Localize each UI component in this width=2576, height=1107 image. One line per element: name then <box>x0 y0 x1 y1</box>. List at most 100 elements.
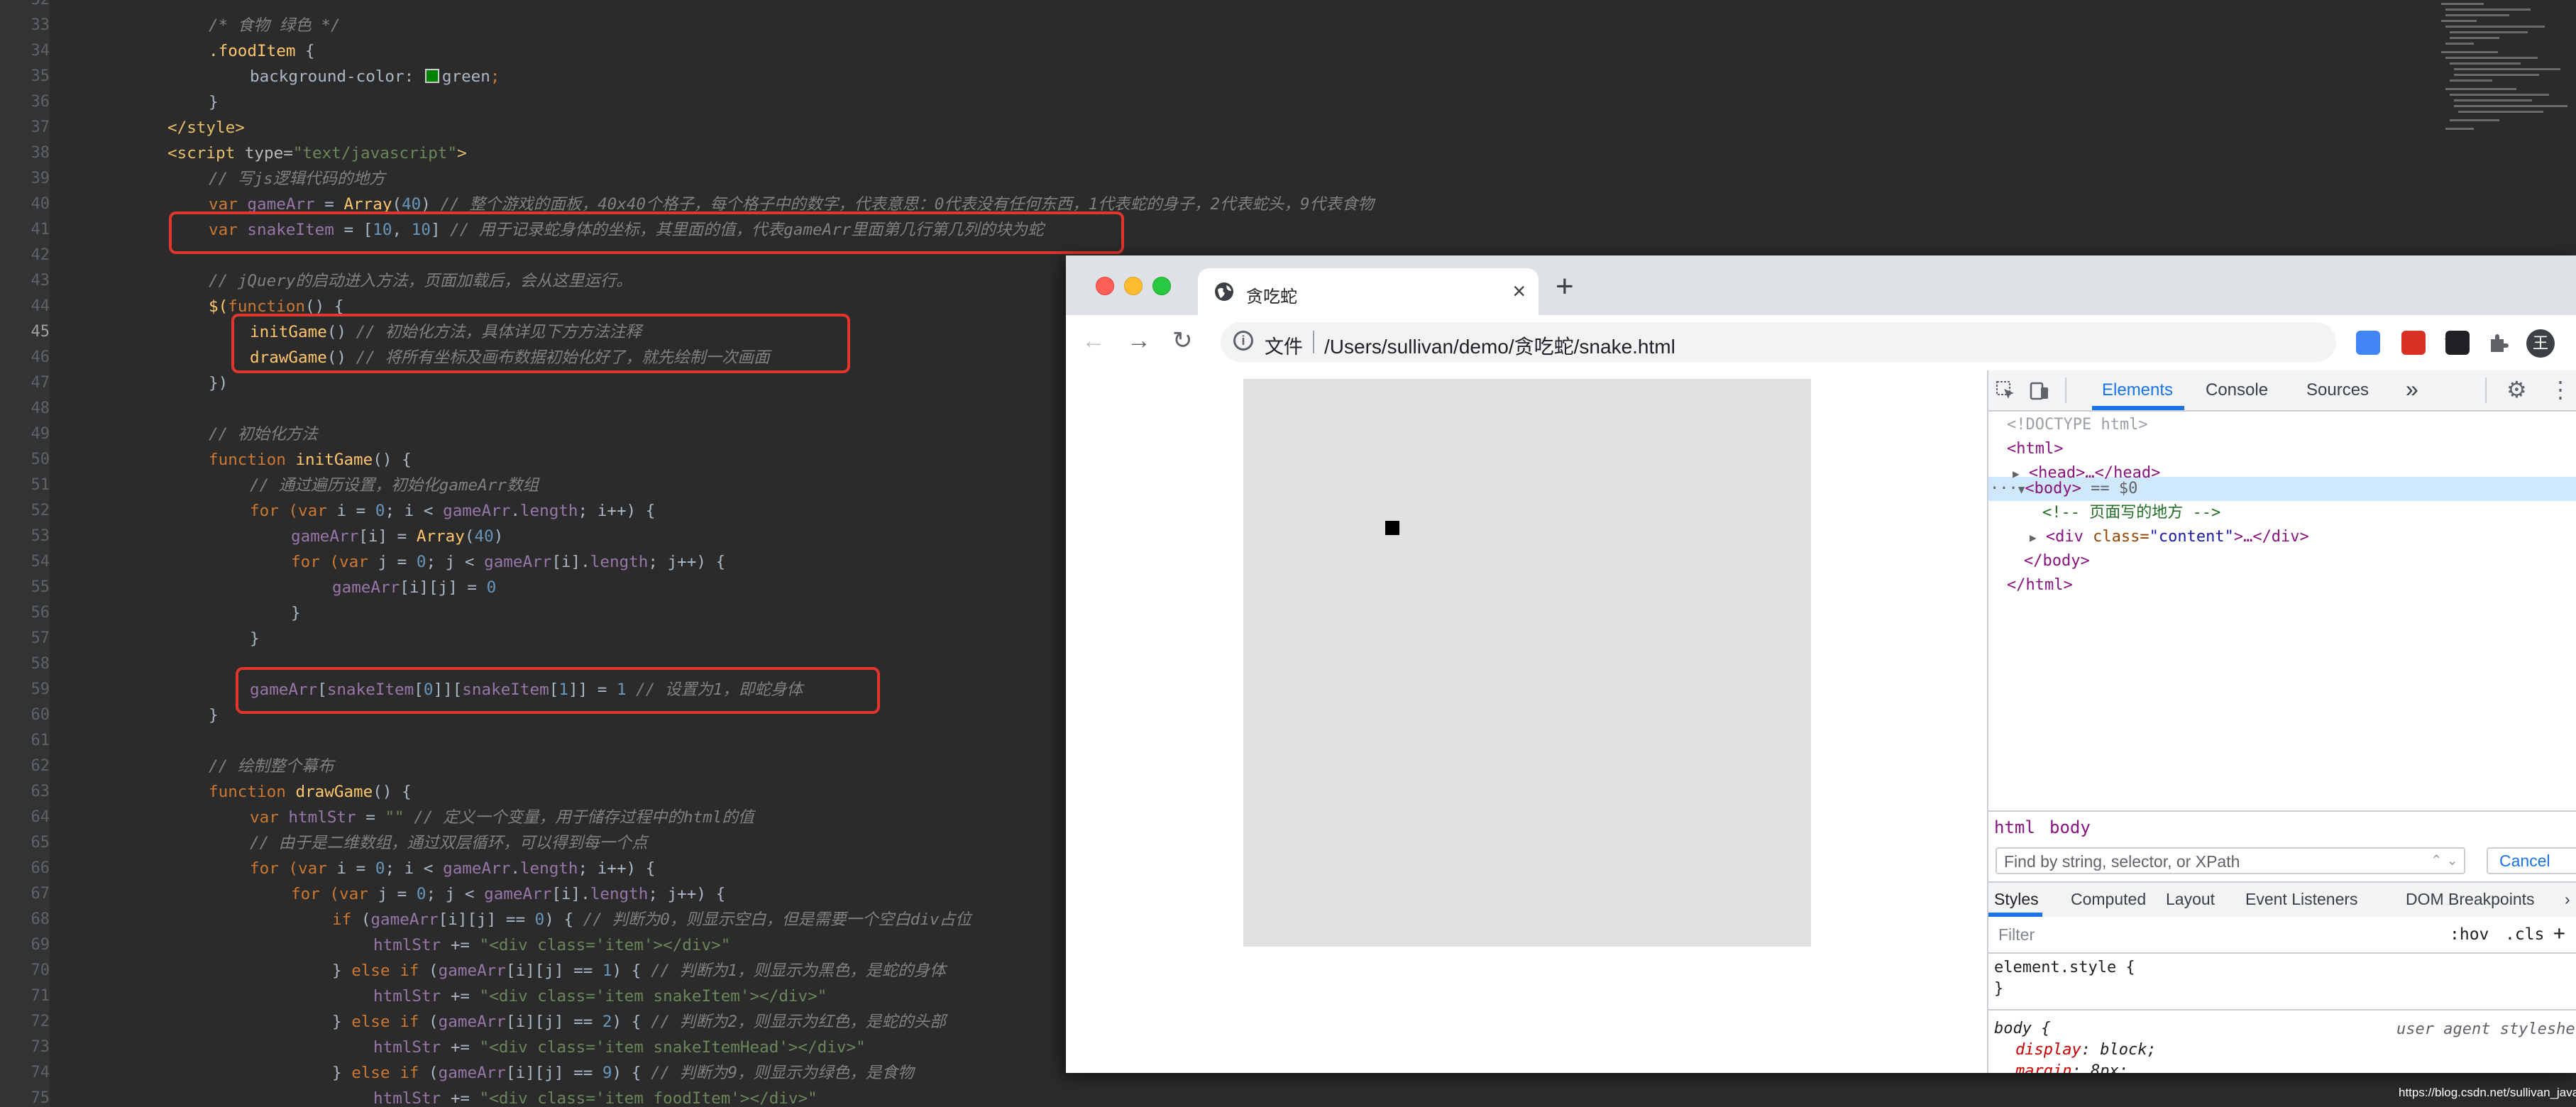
code-line-38[interactable]: <script type="text/javascript"> <box>167 141 467 166</box>
code-line-33[interactable]: /* 食物 绿色 */ <box>209 13 341 38</box>
tab-console[interactable]: Console <box>2206 380 2268 400</box>
url-text[interactable]: /Users/sullivan/demo/贪吃蛇/snake.html <box>1324 331 1675 360</box>
search-nav-arrows-icon[interactable]: ⌃ ⌄ <box>2431 852 2458 869</box>
dom-search-input[interactable]: Find by string, selector, or XPath ⌃ ⌄ <box>1996 847 2465 874</box>
device-toolbar-icon[interactable] <box>2028 379 2051 402</box>
code-line-60[interactable]: } <box>209 703 219 728</box>
maximize-window-button[interactable] <box>1152 277 1171 295</box>
code-line-65[interactable]: // 由于是二维数组，通过双层循环，可以得到每一个点 <box>250 830 647 856</box>
close-window-button[interactable] <box>1096 277 1114 295</box>
code-line-43[interactable]: // jQuery的启动进入方法，页面加载后，会从这里运行。 <box>209 268 632 294</box>
body-rule-selector[interactable]: body { <box>1994 1018 2050 1040</box>
code-line-74[interactable]: } else if (gameArr[i][j] == 9) { // 判断为9… <box>332 1060 914 1086</box>
code-line-55[interactable]: gameArr[i][j] = 0 <box>332 575 496 600</box>
dom-comment[interactable]: <!-- 页面写的地方 --> <box>2042 501 2220 525</box>
breadcrumb-body[interactable]: body <box>2049 817 2091 837</box>
tab-computed[interactable]: Computed <box>2071 890 2146 909</box>
expand-triangle-icon[interactable]: ▶ <box>2030 531 2037 544</box>
code-line-51[interactable]: // 通过遍历设置，初始化gameArr数组 <box>250 473 539 498</box>
new-rule-button[interactable]: + <box>2553 921 2565 944</box>
dom-body-close[interactable]: </body> <box>2024 549 2090 573</box>
styles-filter-input[interactable]: Filter <box>1998 925 2035 944</box>
paren: ) <box>493 527 504 546</box>
tab-elements[interactable]: Elements <box>2102 380 2173 400</box>
page-viewport[interactable] <box>1066 370 1987 1073</box>
code-line-35[interactable]: background-color: green; <box>250 64 500 89</box>
tab-event-listeners[interactable]: Event Listeners <box>2245 890 2358 909</box>
tab-styles[interactable]: Styles <box>1994 890 2039 909</box>
tab-sources[interactable]: Sources <box>2306 380 2369 400</box>
browser-tab-snake[interactable]: 贪吃蛇 × <box>1198 268 1539 315</box>
color-swatch-icon[interactable] <box>424 69 439 83</box>
class-toggle[interactable]: .cls <box>2505 925 2544 944</box>
translate-extension-icon[interactable] <box>2356 331 2380 355</box>
more-subtabs-icon[interactable]: › <box>2565 890 2570 909</box>
minimize-window-button[interactable] <box>1124 277 1143 295</box>
code-line-49[interactable]: // 初始化方法 <box>209 422 318 447</box>
dom-content-div[interactable]: ▶ <div class="content">…</div> <box>2030 525 2309 550</box>
code-line-39[interactable]: // 写js逻辑代码的地方 <box>209 166 385 192</box>
code-line-54[interactable]: for (var j = 0; j < gameArr[i].length; j… <box>291 549 725 575</box>
row-actions-icon[interactable]: ··· <box>1990 480 2018 497</box>
line-number: 65 <box>31 834 50 852</box>
code-line-34[interactable]: .foodItem { <box>209 38 315 64</box>
kebab-menu-icon[interactable]: ⋮ <box>2549 376 2572 403</box>
devtools-panel[interactable]: Elements Console Sources » ⚙ ⋮ <!DOCTYPE… <box>1987 370 2576 1073</box>
code-line-56[interactable]: } <box>291 600 301 626</box>
tab-dom-breakpoints[interactable]: DOM Breakpoints <box>2406 890 2535 909</box>
forward-arrow-icon[interactable]: → <box>1127 326 1151 355</box>
profile-avatar[interactable]: 王 <box>2526 329 2555 358</box>
code-line-57[interactable]: } <box>250 626 260 651</box>
code-line-53[interactable]: gameArr[i] = Array(40) <box>291 524 503 549</box>
line-number: 49 <box>31 425 50 443</box>
code-line-52[interactable]: for (var i = 0; i < gameArr.length; i++)… <box>250 498 655 524</box>
code-line-66[interactable]: for (var i = 0; i < gameArr.length; i++)… <box>250 856 655 881</box>
script-open-tag: <script <box>167 144 245 163</box>
devtools-tab-bar: Elements Console Sources » ⚙ ⋮ <box>1988 370 2576 412</box>
code-line-36[interactable]: } <box>209 89 219 115</box>
settings-gear-icon[interactable]: ⚙ <box>2506 376 2527 403</box>
back-arrow-icon[interactable]: ← <box>1081 326 1106 355</box>
property-name: length <box>590 553 649 571</box>
breadcrumb-html[interactable]: html <box>1994 817 2035 837</box>
code-line-62[interactable]: // 绘制整个幕布 <box>209 754 334 779</box>
dom-html-close[interactable]: </html> <box>2007 573 2073 597</box>
code-line-68[interactable]: if (gameArr[i][j] == 0) { // 判断为0，则显示空白，… <box>332 907 971 932</box>
new-tab-button[interactable]: + <box>1556 271 1574 302</box>
hover-state-toggle[interactable]: :hov <box>2450 925 2489 944</box>
reload-icon[interactable]: ↻ <box>1172 326 1193 355</box>
tab-layout[interactable]: Layout <box>2166 890 2215 909</box>
collapse-triangle-icon[interactable]: ▼ <box>2018 483 2025 496</box>
code-line-47[interactable]: }) <box>209 370 228 396</box>
paren: ( <box>464 527 475 546</box>
more-tabs-icon[interactable]: » <box>2406 376 2418 402</box>
dom-doctype[interactable]: <!DOCTYPE html> <box>2007 413 2148 437</box>
browser-window[interactable]: 贪吃蛇 × + ← → ↻ i 文件 /Users/sullivan/demo/… <box>1066 255 2576 1073</box>
code-line-67[interactable]: for (var j = 0; j < gameArr[i].length; j… <box>291 881 725 907</box>
cancel-search-button[interactable]: Cancel <box>2487 847 2576 874</box>
address-bar[interactable]: i 文件 /Users/sullivan/demo/贪吃蛇/snake.html… <box>1221 322 2465 362</box>
code-line-71[interactable]: htmlStr += "<div class='item snakeItem'>… <box>373 984 827 1009</box>
code-minimap[interactable] <box>2420 0 2576 184</box>
info-icon[interactable]: i <box>1233 331 1253 351</box>
code-line-73[interactable]: htmlStr += "<div class='item snakeItemHe… <box>373 1035 866 1060</box>
puzzle-extensions-icon[interactable] <box>2487 331 2511 355</box>
element-style-open[interactable]: element.style { <box>1994 957 2135 979</box>
number-literal: 0 <box>375 502 385 520</box>
dark-extension-icon[interactable] <box>2445 331 2470 355</box>
red-extension-icon[interactable] <box>2401 331 2426 355</box>
code-line-70[interactable]: } else if (gameArr[i][j] == 1) { // 判断为1… <box>332 958 946 984</box>
code-line-69[interactable]: htmlStr += "<div class='item'></div>" <box>373 932 730 958</box>
inspect-element-icon[interactable] <box>1994 379 2017 402</box>
code-line-72[interactable]: } else if (gameArr[i][j] == 2) { // 判断为2… <box>332 1009 946 1035</box>
tab-close-icon[interactable]: × <box>1512 278 1526 304</box>
close-brace: } <box>332 1013 352 1031</box>
code-line-50[interactable]: function initGame() { <box>209 447 412 473</box>
dom-body[interactable]: ···▼<body> == $0 <box>1990 477 2137 502</box>
code-line-64[interactable]: var htmlStr = "" // 定义一个变量，用于储存过程中的html的… <box>250 805 754 830</box>
code-line-37[interactable]: </style> <box>167 115 245 141</box>
dom-html-open[interactable]: <html> <box>2007 437 2063 461</box>
line-number: 47 <box>31 374 50 392</box>
code-line-75[interactable]: htmlStr += "<div class='item foodItem'><… <box>373 1086 818 1107</box>
code-line-63[interactable]: function drawGame() { <box>209 779 412 805</box>
